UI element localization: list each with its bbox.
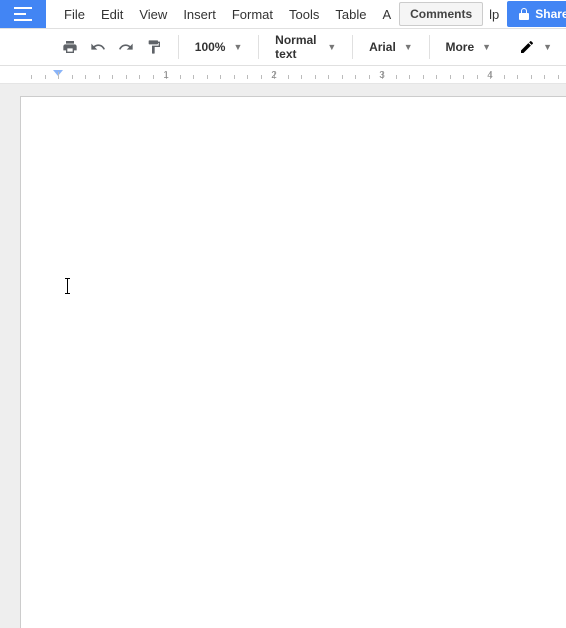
menu-insert[interactable]: Insert xyxy=(175,3,224,26)
ruler-tick xyxy=(315,75,316,79)
redo-button[interactable] xyxy=(114,35,138,59)
ruler-tick xyxy=(45,75,46,79)
ruler-track: 12345 xyxy=(20,66,566,83)
ruler-number: 3 xyxy=(379,70,385,81)
chevron-down-icon: ▼ xyxy=(404,42,413,52)
ruler-tick xyxy=(396,75,397,79)
editing-mode-button[interactable] xyxy=(515,35,539,59)
comments-button[interactable]: Comments xyxy=(399,2,483,26)
chevron-down-icon: ▼ xyxy=(482,42,491,52)
zoom-value: 100% xyxy=(195,40,226,54)
ruler-tick xyxy=(531,75,532,79)
chevron-down-icon: ▼ xyxy=(233,42,242,52)
toolbar-separator xyxy=(258,35,259,59)
ruler-tick xyxy=(477,75,478,79)
ruler-tick xyxy=(139,75,140,79)
print-button[interactable] xyxy=(58,35,82,59)
ruler-tick xyxy=(301,75,302,79)
font-select[interactable]: Arial ▼ xyxy=(363,34,419,60)
text-cursor xyxy=(67,278,68,294)
toolbar-separator xyxy=(352,35,353,59)
ruler-tick xyxy=(558,75,559,79)
toolbar-separator xyxy=(429,35,430,59)
document-page[interactable] xyxy=(20,96,566,628)
ruler-tick xyxy=(180,75,181,79)
menu-edit[interactable]: Edit xyxy=(93,3,131,26)
ruler-tick xyxy=(423,75,424,79)
document-canvas[interactable] xyxy=(0,84,566,628)
ruler-tick xyxy=(355,75,356,79)
help-fragment: lp xyxy=(489,7,501,22)
paragraph-style-value: Normal text xyxy=(275,33,319,61)
ruler-tick xyxy=(342,75,343,79)
menu-file[interactable]: File xyxy=(56,3,93,26)
ruler-tick xyxy=(153,75,154,79)
paint-format-button[interactable] xyxy=(142,35,166,59)
more-label: More xyxy=(445,40,474,54)
ruler-tick xyxy=(193,75,194,79)
ruler-tick xyxy=(126,75,127,79)
font-value: Arial xyxy=(369,40,396,54)
ruler-tick xyxy=(409,75,410,79)
editing-mode-caret[interactable]: ▼ xyxy=(543,42,552,52)
ruler-tick xyxy=(328,75,329,79)
undo-button[interactable] xyxy=(86,35,110,59)
menu-addons-fragment[interactable]: A xyxy=(374,3,399,26)
ruler-number: 4 xyxy=(487,70,493,81)
ruler-tick xyxy=(463,75,464,79)
ruler-tick xyxy=(436,75,437,79)
menu-items: File Edit View Insert Format Tools Table… xyxy=(56,1,566,27)
share-button[interactable]: Share xyxy=(507,1,566,27)
ruler-tick xyxy=(99,75,100,79)
ruler-number: 2 xyxy=(271,70,277,81)
chevron-down-icon: ▼ xyxy=(327,42,336,52)
ruler-tick xyxy=(31,75,32,79)
ruler-tick xyxy=(517,75,518,79)
ruler-number: 1 xyxy=(163,70,169,81)
toolbar-separator xyxy=(178,35,179,59)
ruler-tick xyxy=(112,75,113,79)
ruler-tick xyxy=(369,75,370,79)
toolbar: 100% ▼ Normal text ▼ Arial ▼ More ▼ ▼ xyxy=(0,28,566,66)
ruler-tick xyxy=(234,75,235,79)
menu-view[interactable]: View xyxy=(131,3,175,26)
ruler-tick xyxy=(261,75,262,79)
ruler-tick xyxy=(450,75,451,79)
menu-tools[interactable]: Tools xyxy=(281,3,327,26)
more-button[interactable]: More ▼ xyxy=(439,34,497,60)
paragraph-style-select[interactable]: Normal text ▼ xyxy=(269,34,342,60)
ruler-tick xyxy=(207,75,208,79)
docs-logo-icon xyxy=(14,7,32,21)
paint-format-icon xyxy=(146,39,162,55)
ruler-tick xyxy=(220,75,221,79)
ruler-tick xyxy=(247,75,248,79)
redo-icon xyxy=(118,39,134,55)
ruler-tick xyxy=(58,72,59,79)
ruler-tick xyxy=(504,75,505,79)
pencil-icon xyxy=(519,39,535,55)
ruler[interactable]: 12345 xyxy=(0,66,566,84)
menubar: File Edit View Insert Format Tools Table… xyxy=(0,0,566,28)
ruler-tick xyxy=(85,75,86,79)
docs-logo[interactable] xyxy=(0,0,46,28)
ruler-tick xyxy=(72,75,73,79)
menu-table[interactable]: Table xyxy=(327,3,374,26)
undo-icon xyxy=(90,39,106,55)
share-label: Share xyxy=(535,7,566,21)
print-icon xyxy=(62,39,78,55)
zoom-select[interactable]: 100% ▼ xyxy=(189,34,249,60)
ruler-tick xyxy=(288,75,289,79)
ruler-tick xyxy=(544,75,545,79)
menu-format[interactable]: Format xyxy=(224,3,281,26)
lock-icon xyxy=(519,8,529,20)
